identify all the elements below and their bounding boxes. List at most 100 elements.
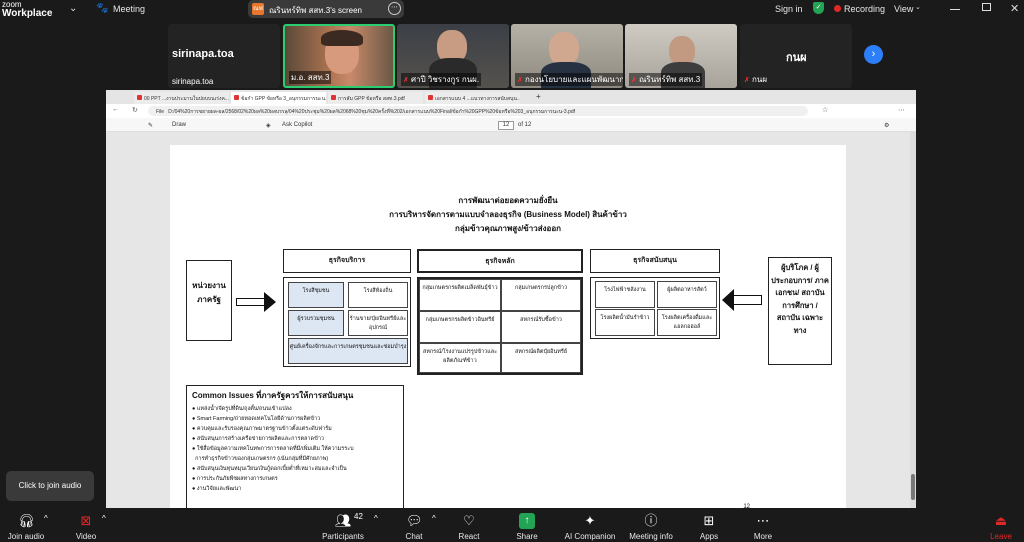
pdf-settings-icon[interactable]: ⚙: [884, 122, 889, 129]
browser-tab[interactable]: การสัม GPP ข้อหรือ สสท.3.pdf: [328, 92, 423, 104]
issue-item: ● การประกันภัยพืชผลทางการเกษตร: [192, 476, 278, 482]
page-number-input[interactable]: 12: [498, 121, 514, 130]
copilot-icon[interactable]: ◈: [266, 122, 271, 129]
heart-icon: ♡: [463, 513, 475, 528]
leave-button[interactable]: ⏏ Leave: [986, 508, 1016, 542]
video-tile-participant-4[interactable]: ✗ ณรินทร์ทิพ สสท.3: [625, 24, 737, 88]
leave-label: Leave: [990, 532, 1012, 541]
meeting-info-label: Meeting info: [629, 532, 673, 541]
core-business-header: ธุรกิจหลัก: [417, 249, 583, 273]
participants-icon: 👥︎: [335, 513, 352, 528]
recording-dot-icon: [834, 5, 841, 12]
shared-screen: 00 PPT ...งานประมานในปยบบนเร่งค... ข้อกำ…: [106, 90, 916, 508]
issue-text: สนับสนุนเงินทุนหมุนเวียน/เงินกู้ดอกเบี้ย…: [196, 466, 347, 472]
chevron-down-icon[interactable]: ⌄: [69, 3, 77, 14]
menu-dots-icon[interactable]: ⋯: [898, 106, 905, 114]
mic-off-icon: ✗: [517, 77, 523, 84]
issue-text: สนับสนุนการสร้างเครือข่ายการผลิตและการตล…: [196, 436, 325, 442]
participant-name-large: sirinapa.toa: [172, 48, 234, 60]
share-button[interactable]: ↑ Share: [511, 508, 543, 542]
issue-text: งานวิจัยและพัฒนา: [196, 486, 242, 492]
shield-check-icon[interactable]: ✓: [813, 2, 824, 14]
chevron-up-icon[interactable]: ^: [374, 514, 378, 523]
video-tile-knp[interactable]: กนผ ✗ กนผ: [740, 24, 852, 88]
bottom-toolbar: 🎧︎ Join audio ^ ⊠ Video ^ 👥︎ Participant…: [0, 508, 1024, 542]
share-label: ณรินทร์ทิพ สสท.3's screen: [269, 6, 362, 15]
issue-text: ควบคุมและรับรองคุณภาพมาตรฐานข้าวตั้งแต่ร…: [196, 426, 332, 432]
minimize-icon[interactable]: [950, 9, 960, 10]
ai-companion-button[interactable]: ✦ AI Companion: [560, 508, 620, 542]
back-icon[interactable]: ←: [112, 106, 119, 113]
react-button[interactable]: ♡ React: [453, 508, 485, 542]
more-options-icon[interactable]: ⋯: [388, 2, 401, 15]
government-unit-label: หน่วยงานภาครัฐ: [192, 281, 226, 304]
participant-name-text: กนผ: [752, 75, 767, 84]
issue-item: ● แหล่งน้ำ/จัดรูปที่ดิน/ถุงตั้น/ถนนเข้าแ…: [192, 406, 292, 412]
ask-copilot-button[interactable]: Ask Copilot: [282, 122, 312, 128]
core-cell: สหกรณ์รับซื้อข้าว: [501, 311, 581, 343]
service-business-header: ธุรกิจบริการ: [283, 249, 411, 273]
draw-button[interactable]: Draw: [172, 122, 186, 128]
video-tile-participant-2[interactable]: ✗ ศาปี วิชรางกูร กนผ.: [397, 24, 509, 88]
join-audio-label: Join audio: [7, 532, 45, 541]
next-page-arrow-icon[interactable]: ›: [864, 45, 883, 64]
issue-item: ● Smart Farming/ถ่ายทอดเทคโนโลยีด้านการผ…: [192, 416, 321, 422]
service-cell: ร้านขาย/ปุ๋ย/อินทรีย์และอุปกรณ์: [348, 310, 408, 336]
chevron-up-icon[interactable]: ^: [44, 514, 48, 523]
apps-button[interactable]: ⊞ Apps: [694, 508, 724, 542]
core-cell: สหกรณ์/โรงงานแปรรูปข้าวและผลิตภัณฑ์ข้าว: [419, 343, 501, 373]
top-bar: zoom Workplace ⌄ 🐾 Meeting ณฟ ณรินทร์ทิพ…: [0, 0, 1024, 22]
sign-in-link[interactable]: Sign in: [775, 4, 803, 14]
video-tile-sirinapa[interactable]: sirinapa.toa sirinapa.toa: [168, 24, 280, 88]
meeting-menu[interactable]: Meeting: [113, 4, 145, 14]
share-badge: ณฟ: [252, 3, 264, 15]
browser-tab-bar: 00 PPT ...งานประมานในปยบบนเร่งค... ข้อกำ…: [106, 90, 916, 104]
restore-icon[interactable]: [982, 3, 991, 11]
new-tab-icon[interactable]: +: [536, 92, 541, 101]
pdf-toolbar: ✎ Draw ◈ Ask Copilot 12 of 12 ⚙: [106, 118, 916, 132]
doc-title-2: การบริหารจัดการตามแบบจำลองธุรกิจ (Busine…: [389, 210, 627, 219]
participants-label: Participants: [322, 532, 364, 541]
issue-item: ● งานวิจัยและพัฒนา: [192, 486, 242, 492]
screen-share-indicator[interactable]: ณฟ ณรินทร์ทิพ สสท.3's screen ⋯: [248, 0, 404, 18]
recording-label[interactable]: Recording: [844, 4, 885, 14]
url-field[interactable]: File D:/04%20การขยายผล-ผล/2568/02%20ผล%2…: [148, 106, 808, 116]
consumer-unit-box: ผู้บริโภค / ผู้ประกอบการ/ ภาคเอกชน/ สถาบ…: [768, 257, 832, 365]
participant-name: ✗ กองนโยบายและแผนพัฒนาก...: [515, 73, 623, 86]
apps-icon: ⊞: [703, 513, 715, 528]
chevron-up-icon[interactable]: ^: [432, 514, 436, 523]
core-cell: กลุ่มเกษตรกรปลูกข้าว: [501, 279, 581, 311]
draw-icon[interactable]: ✎: [148, 122, 153, 129]
zoom-logo: zoom Workplace: [2, 0, 52, 19]
chat-button[interactable]: 💬︎ Chat: [398, 508, 430, 542]
pdf-page: การพัฒนาต่อยอดความยั่งยืน การบริหารจัดกา…: [170, 145, 846, 508]
support-cell: โรงไฟฟ้าชลังงาน: [595, 281, 655, 308]
browser-tab[interactable]: 00 PPT ...งานประมานในปยบบนเร่งค...: [134, 92, 229, 104]
video-button[interactable]: ⊠ Video: [66, 508, 106, 542]
issue-item: ● ควบคุมและรับรองคุณภาพมาตรฐานข้าวตั้งแต…: [192, 426, 332, 432]
share-label: Share: [516, 532, 538, 541]
doc-title-3: กลุ่มข้าวคุณภาพสูง/ข้าวส่งออก: [455, 224, 561, 233]
react-label: React: [458, 532, 480, 541]
reload-icon[interactable]: ↻: [132, 106, 138, 114]
browser-tab-active[interactable]: ข้อกำ GPP ข้อหรือ 3_อนุกรรมการนะน...: [231, 92, 326, 104]
close-icon[interactable]: ✕: [1010, 2, 1019, 15]
chevron-down-icon[interactable]: ⌄: [915, 3, 921, 11]
pdf-scrollbar[interactable]: [910, 132, 916, 508]
participant-name-text: กองนโยบายและแผนพัฒนาก...: [525, 75, 623, 84]
core-cell: กลุ่มเกษตรกรผลิตเมล็ดพันธุ์ข้าว: [419, 279, 501, 311]
video-tile-participant-3[interactable]: ✗ กองนโยบายและแผนพัฒนาก...: [511, 24, 623, 88]
issue-item: ● สนับสนุนเงินทุนหมุนเวียน/เงินกู้ดอกเบี…: [192, 466, 347, 472]
video-tile-active-speaker[interactable]: ม.อ. สสท.3: [283, 24, 395, 88]
common-issues-box: Common Issues ที่ภาครัฐควรให้การสนับสนุน…: [186, 385, 404, 508]
video-label: Video: [75, 532, 97, 541]
join-audio-button[interactable]: 🎧︎ Join audio: [4, 508, 48, 542]
meeting-info-button[interactable]: ⓘ Meeting info: [626, 508, 676, 542]
more-dots-icon: ⋯: [756, 513, 770, 528]
browser-tab[interactable]: เอกสารแนบ 4 ...แนวทางการสนับสนุน...: [425, 92, 520, 104]
view-menu[interactable]: View: [894, 4, 913, 14]
more-button[interactable]: ⋯ More: [748, 508, 778, 542]
scrollbar-thumb[interactable]: [911, 474, 915, 500]
favorite-icon[interactable]: ☆: [822, 106, 828, 114]
chevron-up-icon[interactable]: ^: [102, 514, 106, 523]
